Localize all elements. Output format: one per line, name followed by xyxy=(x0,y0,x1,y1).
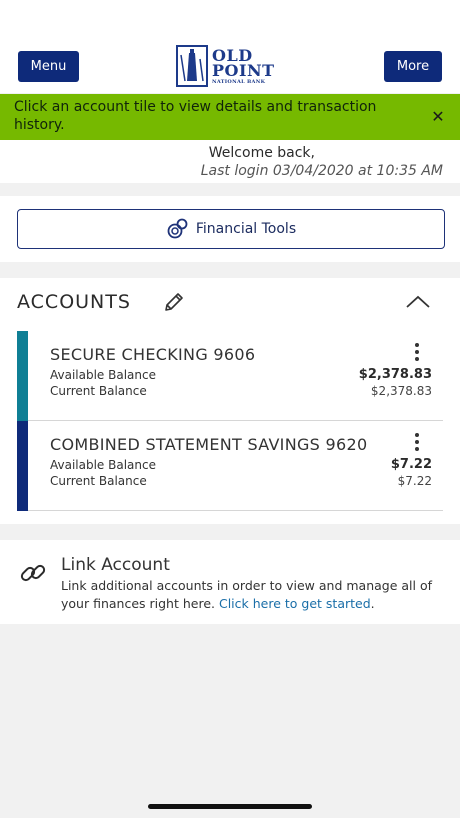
current-balance-label: Current Balance xyxy=(50,384,147,398)
link-cta-suffix: . xyxy=(370,596,375,611)
available-balance-value: $7.22 xyxy=(390,457,432,472)
more-options-icon[interactable] xyxy=(411,433,423,455)
more-options-icon[interactable] xyxy=(411,343,423,365)
link-account-description: Link additional accounts in order to vie… xyxy=(61,577,441,613)
financial-tools-card: Financial Tools xyxy=(0,196,460,262)
home-indicator[interactable] xyxy=(148,804,312,809)
chevron-up-icon[interactable] xyxy=(404,292,432,312)
lighthouse-logo-icon xyxy=(176,45,208,87)
financial-tools-button[interactable]: Financial Tools xyxy=(17,209,445,249)
link-icon xyxy=(20,564,46,582)
welcome-section: Welcome back, Last login 03/04/2020 at 1… xyxy=(0,140,460,183)
accounts-heading: ACCOUNTS xyxy=(17,291,131,313)
available-balance-value: $2,378.83 xyxy=(358,367,432,382)
account-name: SECURE CHECKING 9606 xyxy=(50,345,256,364)
logo-word-national-bank: NATIONAL BANK xyxy=(212,79,266,85)
welcome-greeting: Welcome back, xyxy=(208,145,315,161)
get-started-link[interactable]: Click here to get started xyxy=(219,596,371,611)
close-icon[interactable]: ✕ xyxy=(428,107,448,127)
app-header: Menu OLD POINT NATIONAL BANK More xyxy=(0,0,460,93)
last-login: Last login 03/04/2020 at 10:35 AM xyxy=(200,163,443,179)
account-color-stripe xyxy=(17,331,28,421)
current-balance-value: $2,378.83 xyxy=(370,384,432,398)
account-color-stripe xyxy=(17,421,28,511)
menu-button[interactable]: Menu xyxy=(18,51,79,82)
current-balance-value: $7.22 xyxy=(397,474,432,488)
account-tile-savings[interactable]: COMBINED STATEMENT SAVINGS 9620 Availabl… xyxy=(17,421,443,511)
account-tile-checking[interactable]: SECURE CHECKING 9606 Available Balance C… xyxy=(17,331,443,421)
accounts-card: ACCOUNTS SECURE CHECKING 9606 Available … xyxy=(0,278,460,524)
logo-word-point: POINT xyxy=(212,61,275,80)
link-account-title: Link Account xyxy=(61,555,170,575)
financial-tools-label: Financial Tools xyxy=(195,221,297,237)
link-account-card[interactable]: Link Account Link additional accounts in… xyxy=(0,540,460,624)
pencil-icon[interactable] xyxy=(162,290,186,314)
available-balance-label: Available Balance xyxy=(50,458,156,472)
bank-logo: OLD POINT NATIONAL BANK xyxy=(176,45,275,89)
coins-icon xyxy=(167,218,188,239)
account-name: COMBINED STATEMENT SAVINGS 9620 xyxy=(50,435,368,454)
available-balance-label: Available Balance xyxy=(50,368,156,382)
more-button[interactable]: More xyxy=(384,51,442,82)
info-banner: Click an account tile to view details an… xyxy=(0,94,460,140)
current-balance-label: Current Balance xyxy=(50,474,147,488)
banner-message: Click an account tile to view details an… xyxy=(14,99,377,133)
